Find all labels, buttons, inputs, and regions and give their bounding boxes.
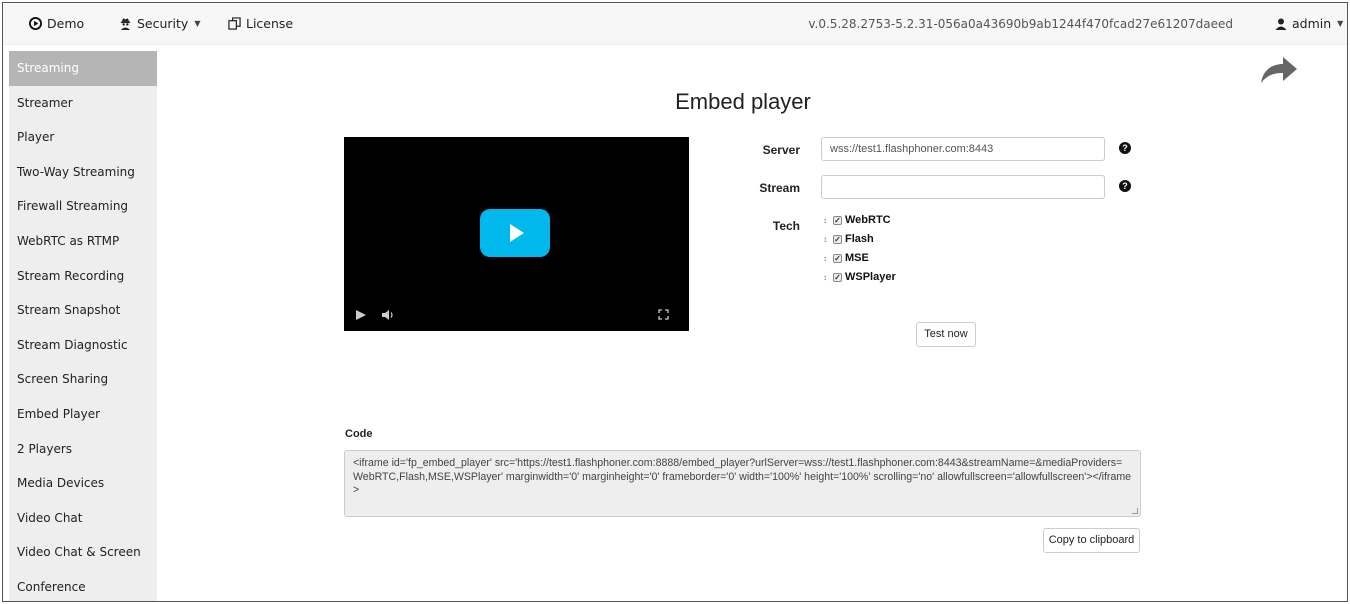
drag-handle-icon[interactable]: ↕ xyxy=(823,254,830,263)
tech-option-label: Flash xyxy=(845,233,874,245)
sidebar-item-webrtc-as-rtmp[interactable]: WebRTC as RTMP xyxy=(9,224,157,259)
tech-option-webrtc[interactable]: ↕ ✓ WebRTC xyxy=(823,214,891,226)
resize-handle[interactable] xyxy=(1132,508,1138,514)
tech-label: Tech xyxy=(772,219,800,233)
code-textarea[interactable]: <iframe id='fp_embed_player' src='https:… xyxy=(344,450,1141,517)
copy-to-clipboard-button[interactable]: Copy to clipboard xyxy=(1043,528,1140,553)
sidebar-item-stream-recording[interactable]: Stream Recording xyxy=(9,259,157,294)
nav-security[interactable]: Security ▼ xyxy=(119,16,201,31)
tech-option-mse[interactable]: ↕ ✓ MSE xyxy=(823,252,869,264)
tech-option-wsplayer[interactable]: ↕ ✓ WSPlayer xyxy=(823,271,896,283)
test-now-button[interactable]: Test now xyxy=(916,322,976,347)
help-icon[interactable]: ? xyxy=(1119,180,1131,192)
tech-checkbox[interactable]: ✓ xyxy=(833,272,842,282)
drag-handle-icon[interactable]: ↕ xyxy=(823,216,830,225)
share-icon[interactable] xyxy=(1259,55,1299,85)
server-label: Server xyxy=(762,143,800,157)
chevron-down-icon: ▼ xyxy=(1337,19,1344,28)
sidebar-item-conference[interactable]: Conference xyxy=(9,570,157,601)
user-menu[interactable]: admin ▼ xyxy=(1275,16,1343,31)
tech-option-label: WSPlayer xyxy=(845,271,896,283)
server-input[interactable]: wss://test1.flashphoner.com:8443 xyxy=(821,137,1105,161)
sidebar-item-firewall-streaming[interactable]: Firewall Streaming xyxy=(9,189,157,224)
nav-license[interactable]: License xyxy=(228,16,293,31)
drag-handle-icon[interactable]: ↕ xyxy=(823,235,830,244)
sidebar-item-player[interactable]: Player xyxy=(9,120,157,155)
sidebar: Streaming Streamer Player Two-Way Streaming… xyxy=(9,51,157,601)
user-secret-icon xyxy=(120,18,131,30)
tech-checkbox[interactable]: ✓ xyxy=(833,253,842,263)
tech-checkbox[interactable]: ✓ xyxy=(833,215,842,225)
sidebar-item-video-chat-screen[interactable]: Video Chat & Screen xyxy=(9,535,157,570)
video-player[interactable] xyxy=(344,137,689,331)
sidebar-item-embed-player[interactable]: Embed Player xyxy=(9,397,157,432)
tech-option-label: WebRTC xyxy=(845,214,891,226)
app-window: Demo Security ▼ License v.0.5.28.2753-5.… xyxy=(2,2,1348,602)
volume-icon[interactable] xyxy=(381,309,394,321)
top-navbar: Demo Security ▼ License v.0.5.28.2753-5.… xyxy=(3,3,1347,45)
copy-icon xyxy=(228,17,241,30)
sidebar-item-streaming[interactable]: Streaming xyxy=(9,51,157,86)
sidebar-item-stream-diagnostic[interactable]: Stream Diagnostic xyxy=(9,328,157,363)
drag-handle-icon[interactable]: ↕ xyxy=(823,273,830,282)
version-string: v.0.5.28.2753-5.2.31-056a0a43690b9ab1244… xyxy=(808,17,1233,31)
tech-option-label: MSE xyxy=(845,252,869,264)
tech-option-flash[interactable]: ↕ ✓ Flash xyxy=(823,233,874,245)
play-circle-icon xyxy=(29,17,42,30)
nav-security-label: Security xyxy=(137,16,189,31)
sidebar-item-video-chat[interactable]: Video Chat xyxy=(9,501,157,536)
nav-demo-label: Demo xyxy=(47,16,85,31)
sidebar-item-stream-snapshot[interactable]: Stream Snapshot xyxy=(9,293,157,328)
chevron-down-icon: ▼ xyxy=(194,19,201,28)
sidebar-item-media-devices[interactable]: Media Devices xyxy=(9,466,157,501)
tech-checkbox[interactable]: ✓ xyxy=(833,234,842,244)
page-title: Embed player xyxy=(675,89,811,114)
nav-demo[interactable]: Demo xyxy=(29,16,84,31)
fullscreen-icon[interactable] xyxy=(658,309,669,320)
stream-label: Stream xyxy=(759,181,800,195)
user-menu-label: admin xyxy=(1292,16,1332,31)
nav-license-label: License xyxy=(246,16,294,31)
code-text: <iframe id='fp_embed_player' src='https:… xyxy=(353,457,1132,496)
sidebar-item-two-way-streaming[interactable]: Two-Way Streaming xyxy=(9,155,157,190)
help-icon[interactable]: ? xyxy=(1119,142,1131,154)
sidebar-item-streamer[interactable]: Streamer xyxy=(9,86,157,121)
play-icon[interactable] xyxy=(355,309,367,321)
stream-input[interactable] xyxy=(821,175,1105,199)
user-icon xyxy=(1275,18,1287,30)
sidebar-item-screen-sharing[interactable]: Screen Sharing xyxy=(9,362,157,397)
play-button[interactable] xyxy=(480,209,550,257)
code-label: Code xyxy=(345,428,373,440)
sidebar-item-2-players[interactable]: 2 Players xyxy=(9,432,157,467)
